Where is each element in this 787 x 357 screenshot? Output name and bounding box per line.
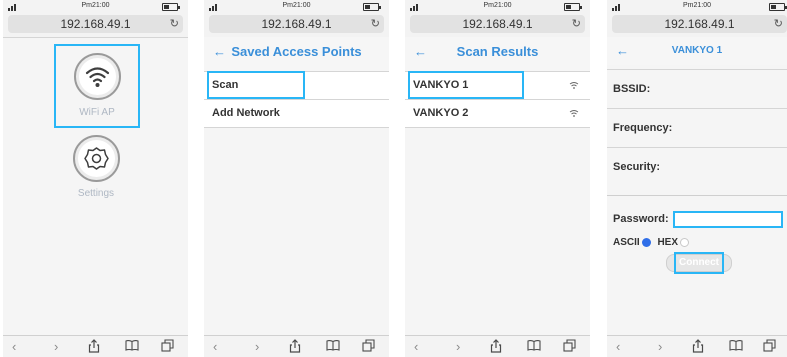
browser-toolbar: ‹ › [405,335,590,357]
url-bar[interactable]: 192.168.49.1 ↻ [209,15,384,33]
url-text: 192.168.49.1 [60,17,131,31]
frequency-label: Frequency: [613,122,673,134]
share-icon[interactable] [289,339,301,357]
ascii-radio[interactable] [641,237,651,247]
ascii-label: ASCII [613,237,640,248]
wifi-ap-circle [74,53,121,100]
bssid-label: BSSID: [613,83,651,95]
share-icon[interactable] [88,339,100,357]
forward-icon[interactable]: › [658,339,662,355]
page-header: ← VANKYO 1 [607,37,787,65]
forward-icon[interactable]: › [54,339,58,355]
tabs-icon[interactable] [763,339,776,356]
scan-results-content: ← Scan Results VANKYO 1 VANKYO 2 [405,37,590,335]
reload-icon[interactable]: ↻ [371,15,380,33]
battery-icon [162,3,180,11]
page-header: ← Scan Results [405,37,590,71]
battery-icon [564,3,582,11]
connect-content: ← VANKYO 1 BSSID: Frequency: Security: P… [607,37,787,335]
connect-highlight [674,252,724,274]
home-content: WiFi AP Settings [3,37,188,335]
reload-icon[interactable]: ↻ [774,15,783,33]
status-bar: Pm21:00 [607,0,787,14]
vankyo-1-highlight [408,71,524,99]
page-title: Scan Results [456,44,539,59]
saved-aps-content: ← Saved Access Points Scan Add Network [204,37,389,335]
wifi-signal-icon [569,110,579,117]
hex-label: HEX [657,237,679,248]
bookmarks-icon[interactable] [527,339,541,355]
phone-network-connect: Pm21:00 192.168.49.1 ↻ ← VANKYO 1 BSSID:… [607,0,787,357]
bookmarks-icon[interactable] [729,339,743,355]
status-time: Pm21:00 [282,2,311,9]
back-icon[interactable]: ‹ [12,339,16,355]
network-item-vankyo-2[interactable]: VANKYO 2 [405,99,590,127]
password-input[interactable] [673,211,783,228]
browser-toolbar: ‹ › [607,335,787,357]
status-time: Pm21:00 [81,2,110,9]
tabs-icon[interactable] [362,339,375,356]
gear-icon [84,147,109,170]
network-name: VANKYO 2 [413,107,469,119]
status-bar: Pm21:00 [405,0,590,14]
wifi-ap-button[interactable]: WiFi AP [54,44,140,128]
status-bar: Pm21:00 [3,0,188,14]
battery-icon [769,3,787,11]
tabs-icon[interactable] [161,339,174,356]
browser-toolbar: ‹ › [204,335,389,357]
settings-label: Settings [77,188,115,199]
bookmarks-icon[interactable] [326,339,340,355]
url-bar[interactable]: 192.168.49.1 ↻ [8,15,183,33]
bssid-row: BSSID: [607,69,787,108]
wifi-signal-icon [569,82,579,89]
page-header: ← Saved Access Points [204,37,389,71]
status-time: Pm21:00 [483,2,512,9]
url-bar[interactable]: 192.168.49.1 ↻ [612,15,787,33]
url-text: 192.168.49.1 [462,17,533,31]
forward-icon[interactable]: › [255,339,259,355]
reload-icon[interactable]: ↻ [170,15,179,33]
encoding-options: ASCII HEX [613,237,693,248]
reload-icon[interactable]: ↻ [572,15,581,33]
hex-radio[interactable] [680,237,690,247]
list-item-add-network[interactable]: Add Network [204,99,389,127]
browser-toolbar: ‹ › [3,335,188,357]
url-bar[interactable]: 192.168.49.1 ↻ [410,15,585,33]
password-label: Password: [613,213,669,225]
bookmarks-icon[interactable] [125,339,139,355]
back-icon[interactable]: ‹ [616,339,620,355]
list-item-label: Add Network [212,107,280,119]
phone-saved-access-points: Pm21:00 192.168.49.1 ↻ ← Saved Access Po… [204,0,389,357]
wifi-ap-label: WiFi AP [79,107,115,118]
share-icon[interactable] [692,339,704,357]
back-icon[interactable]: ‹ [414,339,418,355]
settings-button[interactable] [73,135,120,182]
battery-icon [363,3,381,11]
wifi-icon [85,67,110,87]
back-icon[interactable]: ‹ [213,339,217,355]
url-text: 192.168.49.1 [261,17,332,31]
scan-highlight [207,71,305,99]
page-title: VANKYO 1 [671,45,723,56]
security-label: Security: [613,161,661,173]
share-icon[interactable] [490,339,502,357]
page-title: Saved Access Points [231,44,362,59]
tabs-icon[interactable] [563,339,576,356]
phone-scan-results: Pm21:00 192.168.49.1 ↻ ← Scan Results VA… [405,0,590,357]
status-bar: Pm21:00 [204,0,389,14]
divider [204,127,389,128]
forward-icon[interactable]: › [456,339,460,355]
divider [405,127,590,128]
status-time: Pm21:00 [682,2,712,9]
password-section: Password: ASCII HEX Connect [607,195,787,305]
url-text: 192.168.49.1 [664,17,735,31]
phone-home-screen: Pm21:00 192.168.49.1 ↻ WiFi AP Settings … [3,0,188,357]
security-row: Security: [607,147,787,195]
frequency-row: Frequency: [607,108,787,147]
